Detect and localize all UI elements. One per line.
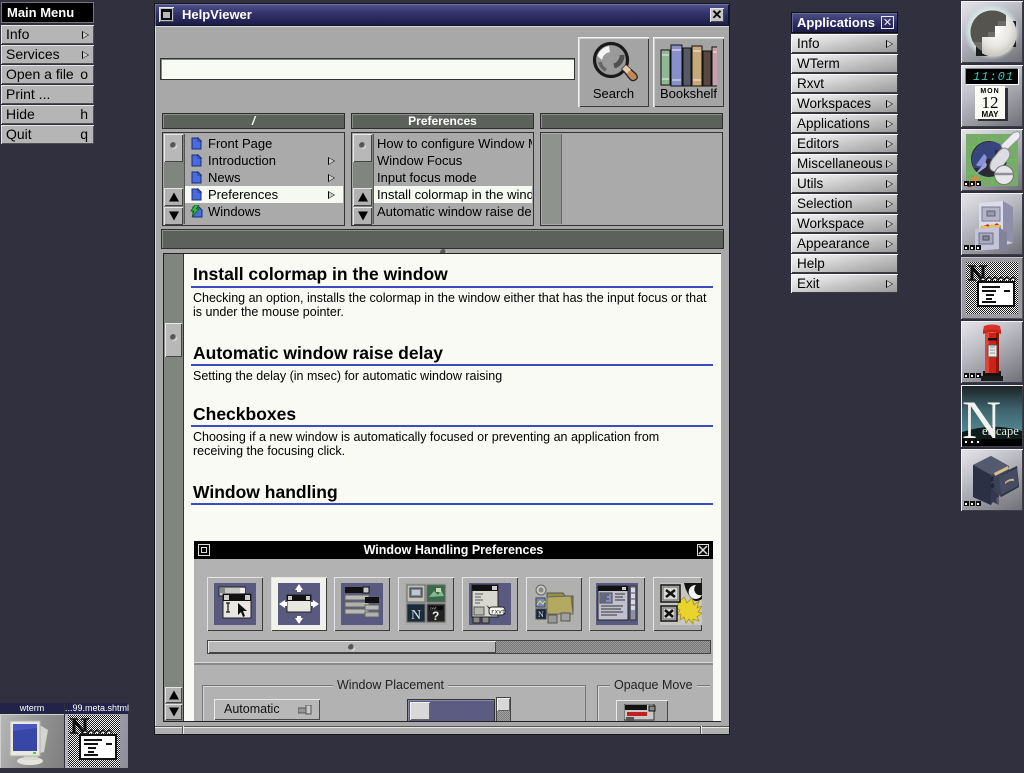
svg-text:etscape: etscape — [982, 424, 1019, 438]
svg-text:rxvt: rxvt — [491, 609, 505, 616]
svg-text:?: ? — [432, 609, 439, 623]
svg-text:N: N — [411, 608, 421, 623]
svg-text:N: N — [538, 610, 544, 619]
